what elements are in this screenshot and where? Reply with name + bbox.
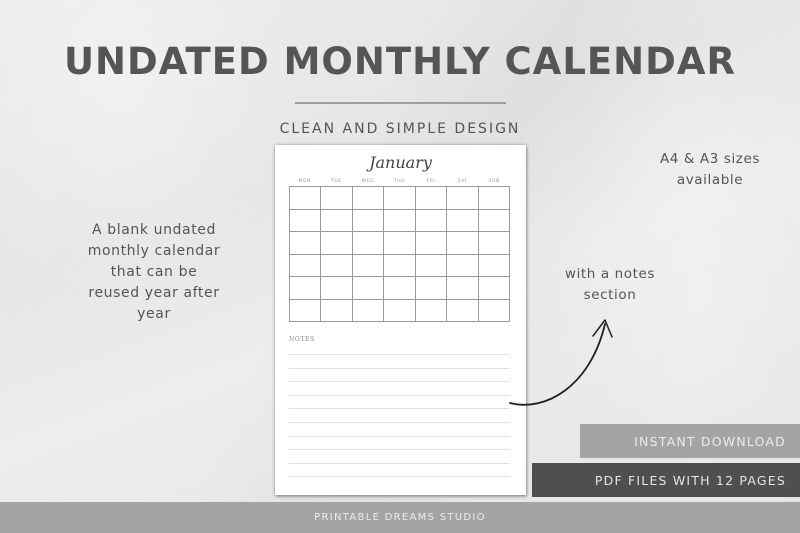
calendar-cell (352, 277, 385, 300)
note-line (289, 394, 510, 409)
description-callout: A blank undated monthly calendar that ca… (87, 222, 221, 322)
calendar-cell (352, 254, 385, 277)
notes-label: NOTES (289, 336, 315, 343)
note-line (289, 476, 510, 490)
title-divider (295, 102, 506, 104)
note-line (289, 408, 510, 422)
footer-brand: PRINTABLE DREAMS STUDIO (0, 502, 800, 533)
calendar-cell (384, 232, 416, 255)
calendar-cell (290, 277, 322, 300)
calendar-page-preview: January MON TUE WED THU FRI SAT SUN NOTE… (275, 145, 526, 495)
note-line (289, 435, 510, 450)
calendar-cell (478, 209, 510, 232)
calendar-cell (447, 277, 479, 300)
calendar-cell (290, 232, 322, 255)
calendar-cell (352, 232, 385, 255)
pdf-files-badge: PDF FILES WITH 12 PAGES (532, 463, 800, 497)
calendar-cell (415, 209, 448, 232)
subtitle: CLEAN AND SIMPLE DESIGN (279, 121, 521, 137)
calendar-cell (321, 187, 353, 210)
calendar-cell (321, 254, 353, 277)
calendar-cell (352, 209, 385, 232)
calendar-cell (384, 299, 416, 322)
weekday-label: SAT (457, 179, 468, 184)
calendar-cell (447, 187, 479, 210)
calendar-cell (384, 187, 416, 210)
calendar-cell (447, 209, 479, 232)
weekday-label: FRI (426, 179, 436, 184)
month-title: January (369, 153, 432, 172)
calendar-cell (415, 277, 448, 300)
weekday-label: TUE (331, 179, 342, 184)
note-line (289, 354, 510, 368)
calendar-grid (289, 186, 510, 322)
calendar-cell (478, 232, 510, 255)
note-line (289, 367, 510, 382)
calendar-cell (321, 232, 353, 255)
weekday-label: SUN (488, 179, 500, 184)
calendar-cell (415, 232, 448, 255)
weekday-label: MON (298, 179, 312, 184)
calendar-cell (447, 299, 479, 322)
calendar-cell (321, 209, 353, 232)
calendar-cell (447, 254, 479, 277)
notes-lines (289, 354, 510, 490)
weekday-label: WED (361, 179, 375, 184)
calendar-cell (290, 187, 322, 210)
instant-download-badge: INSTANT DOWNLOAD (580, 424, 800, 458)
calendar-cell (415, 254, 448, 277)
calendar-cell (478, 277, 510, 300)
calendar-cell (321, 299, 353, 322)
notes-callout: with a notes section (564, 266, 656, 303)
note-line (289, 449, 510, 463)
weekday-label: THU (393, 179, 406, 184)
note-line (289, 421, 510, 436)
note-line (289, 462, 510, 477)
calendar-cell (352, 187, 385, 210)
sizes-callout: A4 & A3 sizes available (659, 151, 761, 188)
calendar-cell (290, 209, 322, 232)
calendar-cell (478, 187, 510, 210)
note-line (289, 381, 510, 395)
calendar-cell (415, 299, 448, 322)
calendar-cell (384, 209, 416, 232)
weekday-header: MON TUE WED THU FRI SAT SUN (289, 179, 510, 184)
calendar-cell (384, 277, 416, 300)
calendar-cell (447, 232, 479, 255)
calendar-cell (415, 187, 448, 210)
calendar-cell (321, 277, 353, 300)
calendar-cell (352, 299, 385, 322)
calendar-cell (478, 254, 510, 277)
calendar-cell (290, 254, 322, 277)
calendar-cell (290, 299, 322, 322)
curved-arrow-icon (509, 319, 613, 406)
page-title: UNDATED MONTHLY CALENDAR (64, 40, 736, 83)
calendar-cell (384, 254, 416, 277)
